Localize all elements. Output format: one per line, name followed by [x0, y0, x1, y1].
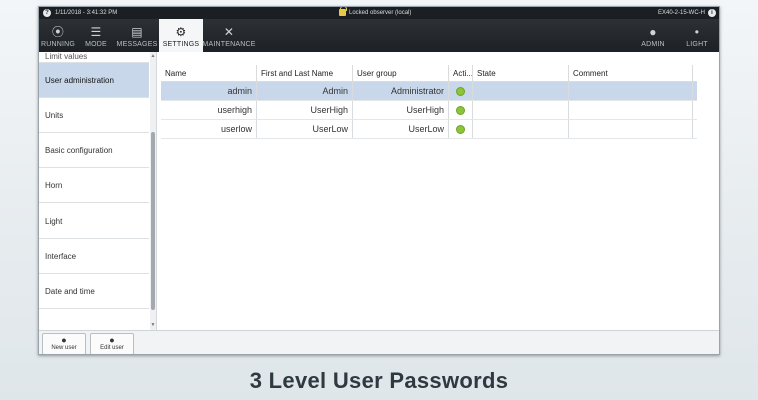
nav-mode[interactable]: ☰ MODE — [77, 19, 115, 52]
cell-comment — [569, 120, 693, 138]
column-header-user-group[interactable]: User group — [353, 65, 449, 81]
cell-name: userhigh — [161, 101, 257, 119]
active-status-icon — [456, 105, 465, 115]
tools-icon: ✕ — [223, 25, 235, 39]
lock-text: Locked observer (local) — [349, 9, 412, 16]
scrollbar-thumb[interactable] — [151, 132, 155, 310]
settings-sidebar: Limit values User administration Units B… — [39, 52, 157, 330]
cell-state — [473, 82, 569, 100]
sidebar-item-label: User administration — [45, 75, 114, 85]
nav-light-label: LIGHT — [686, 41, 708, 48]
user-icon: ● — [649, 25, 657, 39]
lock-status: Locked observer (local) — [339, 7, 412, 16]
sidebar-item-label: Horn — [45, 180, 63, 190]
sidebar-item-light[interactable]: Light — [39, 204, 149, 239]
nav-maintenance[interactable]: ✕ MAINTENANCE — [202, 19, 256, 52]
sidebar-item-horn[interactable]: Horn — [39, 168, 149, 203]
sidebar-item-user-administration[interactable]: User administration — [39, 63, 149, 98]
column-header-comment[interactable]: Comment — [569, 65, 693, 81]
cell-user-group: UserHigh — [353, 101, 449, 119]
mode-sliders-icon: ☰ — [90, 25, 102, 39]
nav-right-group: ● ADMIN • LIGHT — [631, 19, 719, 52]
info-icon[interactable]: i — [708, 9, 716, 17]
bottom-toolbar: ● New user ● Edit user — [39, 330, 719, 354]
scroll-down-icon[interactable]: ▼ — [150, 322, 156, 328]
nav-maintenance-label: MAINTENANCE — [202, 41, 256, 48]
table-row[interactable]: userlow UserLow UserLow — [161, 120, 697, 139]
device-name: EX40-2-15-WC-H — [657, 10, 705, 16]
gear-icon: ⚙ — [175, 25, 187, 39]
cell-user-group: Administrator — [353, 82, 449, 100]
column-header-name[interactable]: Name — [161, 65, 257, 81]
nav-running[interactable]: ⦿ RUNNING — [39, 19, 77, 52]
new-user-label: New user — [51, 345, 77, 351]
sidebar-item-label: Units — [45, 110, 64, 120]
sidebar-item-date-and-time[interactable]: Date and time — [39, 274, 149, 309]
column-header-full-name[interactable]: First and Last Name — [257, 65, 353, 81]
sidebar-scrollbar[interactable]: ▲ ▼ — [150, 52, 156, 330]
nav-running-label: RUNNING — [40, 41, 76, 48]
cell-state — [473, 120, 569, 138]
nav-admin-label: ADMIN — [641, 41, 665, 48]
status-bar: ? 1/11/2018 - 3:41:32 PM Locked observer… — [39, 7, 719, 19]
sidebar-item-label: Limit values — [45, 52, 88, 61]
scroll-up-icon[interactable]: ▲ — [150, 53, 156, 59]
nav-mode-label: MODE — [85, 41, 107, 48]
cell-active — [449, 120, 473, 138]
cell-full-name: Admin — [257, 82, 353, 100]
users-table: Name First and Last Name User group Acti… — [161, 65, 697, 139]
active-status-icon — [456, 124, 465, 134]
cell-full-name: UserLow — [257, 120, 353, 138]
sidebar-item-units[interactable]: Units — [39, 98, 149, 133]
nav-admin[interactable]: ● ADMIN — [631, 19, 675, 52]
cell-user-group: UserLow — [353, 120, 449, 138]
cell-comment — [569, 101, 693, 119]
nav-light[interactable]: • LIGHT — [675, 19, 719, 52]
sidebar-item-label: Date and time — [45, 286, 95, 296]
cell-comment — [569, 82, 693, 100]
cell-name: admin — [161, 82, 257, 100]
status-datetime: 1/11/2018 - 3:41:32 PM — [55, 10, 118, 16]
new-user-button[interactable]: ● New user — [42, 332, 86, 354]
cell-state — [473, 101, 569, 119]
help-icon[interactable]: ? — [43, 9, 51, 17]
main-nav: ⦿ RUNNING ☰ MODE ▤ MESSAGES ⚙ SETTINGS ✕… — [39, 19, 719, 52]
nav-messages[interactable]: ▤ MESSAGES — [115, 19, 159, 52]
nav-settings[interactable]: ⚙ SETTINGS — [159, 19, 203, 52]
app-window: ? 1/11/2018 - 3:41:32 PM Locked observer… — [38, 6, 720, 355]
table-row[interactable]: admin Admin Administrator — [161, 82, 697, 101]
sidebar-item-interface[interactable]: Interface — [39, 239, 149, 274]
table-row[interactable]: userhigh UserHigh UserHigh — [161, 101, 697, 120]
sidebar-item-label: Interface — [45, 251, 77, 261]
cell-name: userlow — [161, 120, 257, 138]
running-icon: ⦿ — [51, 25, 65, 39]
cell-full-name: UserHigh — [257, 101, 353, 119]
edit-user-icon: ● — [109, 335, 115, 345]
sidebar-item-basic-configuration[interactable]: Basic configuration — [39, 133, 149, 168]
edit-user-button[interactable]: ● Edit user — [90, 332, 134, 354]
light-bulb-icon: • — [694, 25, 700, 39]
sidebar-item-label: Basic configuration — [45, 145, 113, 155]
sidebar-item-label: Light — [45, 216, 63, 226]
caption-title: 3 Level User Passwords — [249, 368, 509, 393]
cell-active — [449, 82, 473, 100]
sidebar-item-limit-values[interactable]: Limit values — [39, 52, 149, 63]
table-header: Name First and Last Name User group Acti… — [161, 65, 697, 82]
cell-active — [449, 101, 473, 119]
nav-messages-label: MESSAGES — [116, 41, 158, 48]
nav-settings-label: SETTINGS — [162, 41, 200, 48]
column-header-state[interactable]: State — [473, 65, 569, 81]
column-header-active[interactable]: Acti... — [449, 65, 473, 81]
edit-user-label: Edit user — [100, 345, 124, 351]
messages-icon: ▤ — [131, 25, 143, 39]
add-user-icon: ● — [61, 335, 67, 345]
active-status-icon — [456, 86, 465, 96]
lock-icon — [339, 7, 347, 16]
